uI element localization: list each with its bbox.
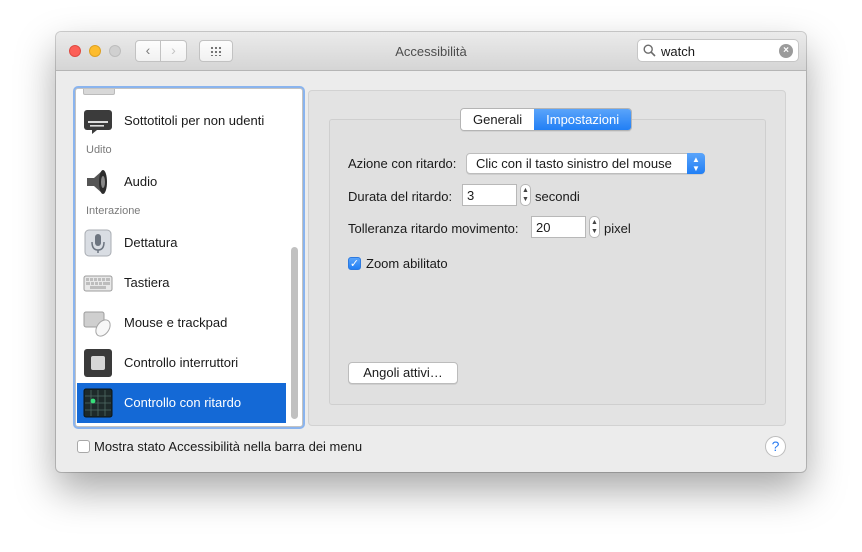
partial-item-icon — [83, 89, 115, 95]
clear-search-icon[interactable]: × — [779, 44, 793, 58]
tab-generali[interactable]: Generali — [461, 109, 535, 130]
sidebar-item-label: Tastiera — [124, 275, 170, 290]
sidebar-item-dwell-control[interactable]: Controllo con ritardo — [77, 383, 286, 423]
sidebar-item-dictation[interactable]: Dettatura — [77, 223, 286, 263]
mouse-icon — [83, 311, 111, 337]
updown-arrows-icon: ▲ ▼ — [687, 153, 705, 174]
menu-status-checkbox[interactable] — [77, 440, 90, 453]
sidebar-item-label: Dettatura — [124, 235, 178, 250]
sidebar-item-label: Audio — [124, 174, 158, 189]
checkmark-icon: ✓ — [349, 258, 360, 270]
help-button[interactable]: ? — [765, 436, 786, 457]
dwell-action-value: Clic con il tasto sinistro del mouse — [476, 156, 672, 171]
zoom-enabled-label: Zoom abilitato — [366, 256, 448, 271]
sidebar-scrollbar[interactable] — [289, 89, 300, 426]
scrollbar-thumb[interactable] — [291, 247, 298, 419]
movement-tolerance-label: Tolleranza ritardo movimento: — [348, 221, 519, 236]
sidebar-section-hearing: Udito — [86, 144, 112, 156]
search-input[interactable]: watch — [661, 44, 695, 59]
menu-status-label: Mostra stato Accessibilità nella barra d… — [94, 439, 363, 454]
switch-control-icon — [84, 349, 112, 377]
dwell-action-label: Azione con ritardo: — [348, 156, 457, 171]
sidebar-item-label: Controllo con ritardo — [124, 395, 242, 410]
zoom-enabled-checkbox[interactable]: ✓ — [348, 257, 361, 270]
search-field[interactable]: watch × — [637, 39, 799, 62]
dwell-time-unit: secondi — [535, 189, 580, 204]
sidebar-item-label: Sottotitoli per non udenti — [124, 113, 265, 128]
dwell-action-select[interactable]: Clic con il tasto sinistro del mouse ▲ ▼ — [466, 153, 705, 174]
dwell-time-stepper[interactable]: ▲ ▼ — [520, 184, 531, 206]
sidebar-item-mouse-trackpad[interactable]: Mouse e trackpad — [77, 303, 286, 343]
sidebar-item-switch-control[interactable]: Controllo interruttori — [77, 343, 286, 383]
tab-bar: Generali Impostazioni — [460, 108, 633, 131]
movement-tolerance-stepper[interactable]: ▲ ▼ — [589, 216, 600, 238]
search-icon — [643, 44, 656, 57]
sidebar-item-audio[interactable]: Audio — [77, 162, 286, 202]
sidebar-item-keyboard[interactable]: Tastiera — [77, 263, 286, 303]
sidebar-item-label: Controllo interruttori — [124, 355, 239, 370]
sidebar-section-interaction: Interazione — [86, 205, 141, 217]
title-bar: ‹ › Accessibilità watch × — [56, 32, 806, 71]
movement-tolerance-unit: pixel — [604, 221, 631, 236]
dwell-control-icon — [83, 388, 113, 418]
movement-tolerance-field[interactable]: 20 — [531, 216, 586, 238]
speaker-icon — [87, 170, 107, 194]
captions-icon — [84, 110, 112, 134]
tab-impostazioni[interactable]: Impostazioni — [534, 109, 632, 130]
sidebar-list[interactable]: Sottotitoli per non udenti Udito Audio I… — [75, 88, 303, 427]
dwell-time-label: Durata del ritardo: — [348, 189, 453, 204]
sidebar-item-captions[interactable]: Sottotitoli per non udenti — [77, 101, 286, 141]
microphone-icon — [84, 229, 112, 257]
keyboard-icon — [83, 275, 113, 292]
sidebar-item-label: Mouse e trackpad — [124, 315, 228, 330]
preferences-window: ‹ › Accessibilità watch × Sottotitoli pe… — [56, 32, 806, 472]
dwell-time-field[interactable]: 3 — [462, 184, 517, 206]
hot-corners-button[interactable]: Angoli attivi… — [348, 362, 458, 384]
